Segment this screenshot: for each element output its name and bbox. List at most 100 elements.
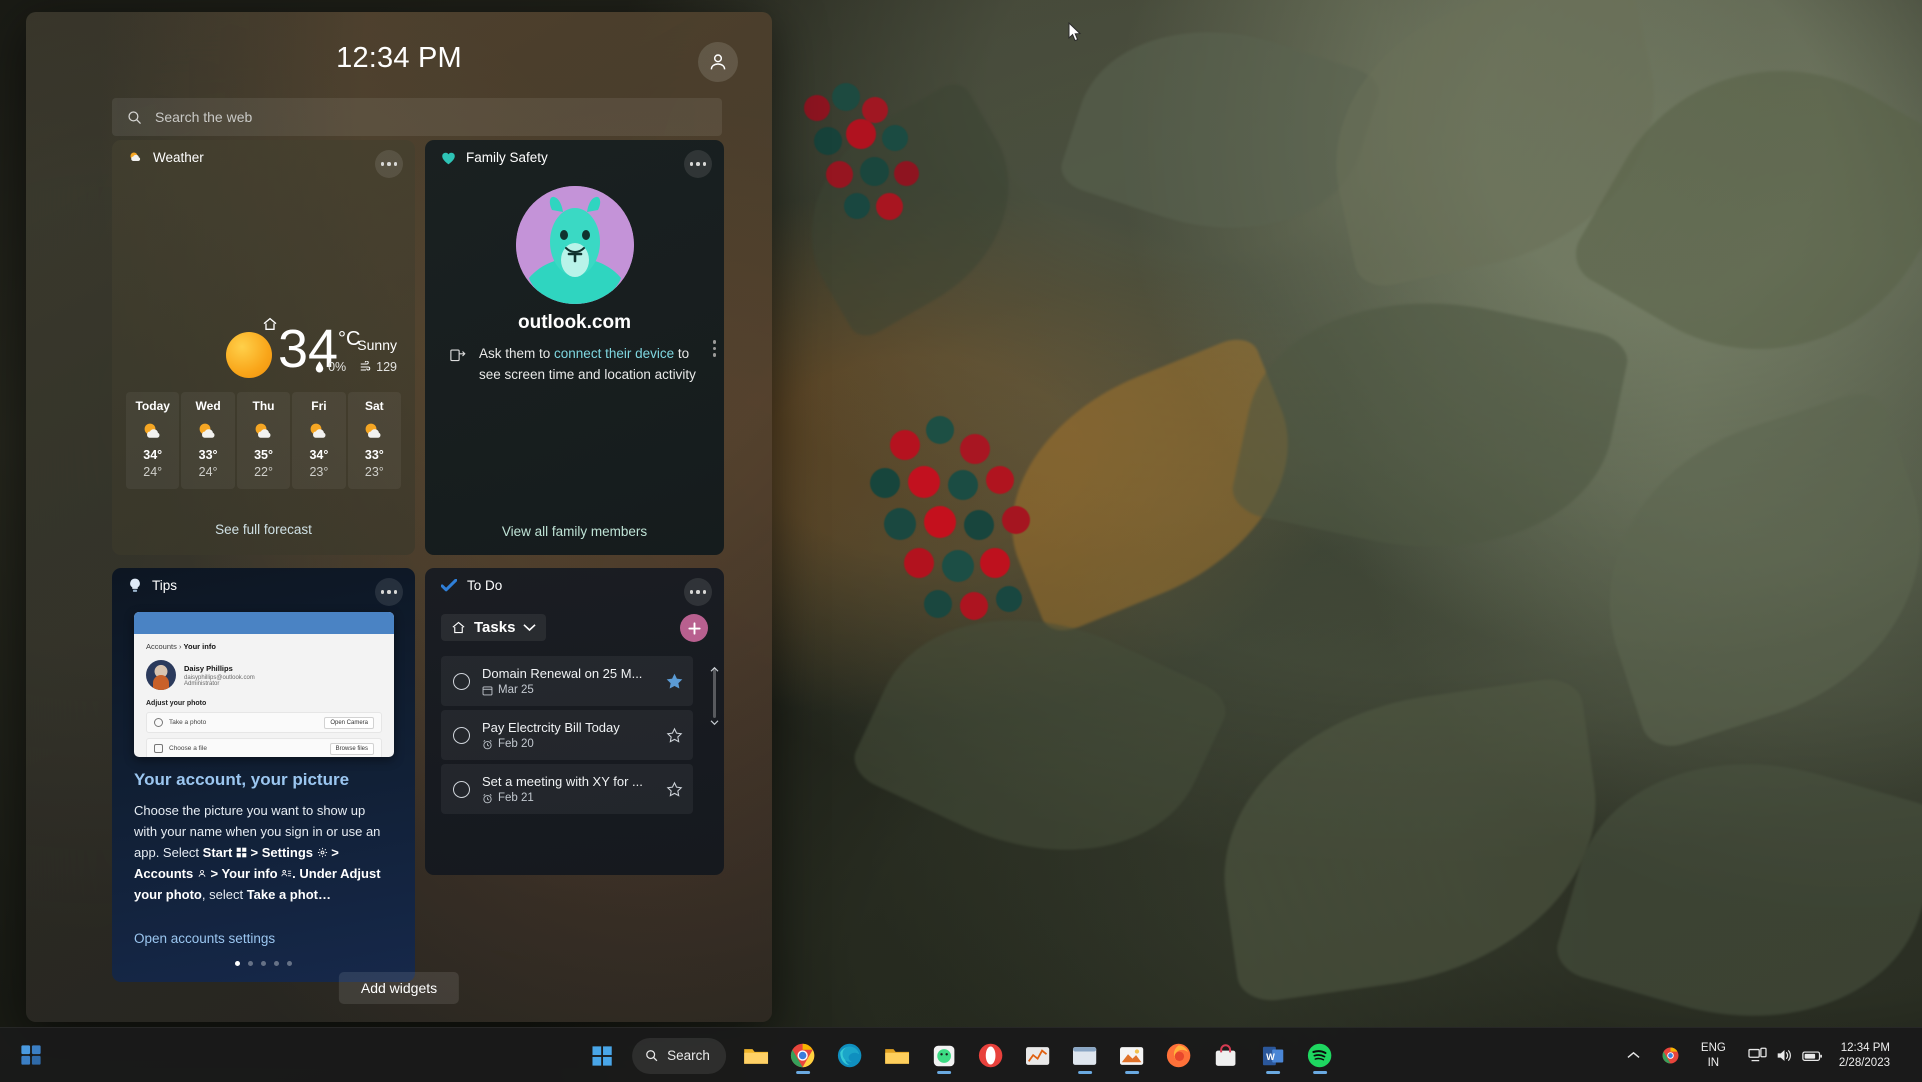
todo-more-button[interactable] bbox=[684, 578, 712, 606]
pager-dot[interactable] bbox=[261, 961, 266, 966]
battery-icon bbox=[1802, 1049, 1823, 1063]
breadcrumb-parent: Accounts bbox=[146, 642, 177, 651]
family-message-prefix: Ask them to bbox=[479, 346, 554, 361]
forecast-low: 23° bbox=[348, 465, 401, 479]
home-icon bbox=[451, 620, 466, 635]
microsoft-edge-button[interactable] bbox=[829, 1035, 871, 1077]
search-input[interactable]: Search the web bbox=[112, 98, 722, 136]
alarm-icon bbox=[482, 739, 493, 750]
task-row[interactable]: Domain Renewal on 25 M... Mar 25 bbox=[441, 656, 693, 706]
notification-center-button[interactable] bbox=[1900, 1041, 1908, 1071]
family-safety-header: Family Safety bbox=[441, 150, 548, 165]
opera-button[interactable] bbox=[970, 1035, 1012, 1077]
task-complete-checkbox[interactable] bbox=[453, 673, 470, 690]
tips-body-part: , select bbox=[202, 887, 247, 902]
forecast-day-label: Today bbox=[126, 399, 179, 413]
photos-app-button[interactable] bbox=[1111, 1035, 1153, 1077]
search-icon bbox=[644, 1048, 659, 1063]
pager-dot[interactable] bbox=[274, 961, 279, 966]
folder-button[interactable] bbox=[876, 1035, 918, 1077]
account-button[interactable] bbox=[698, 42, 738, 82]
screenshot-title-bar bbox=[134, 612, 394, 634]
taskbar-search-button[interactable]: Search bbox=[632, 1038, 726, 1074]
weather-more-button[interactable] bbox=[375, 150, 403, 178]
task-content: Pay Electrcity Bill Today Feb 20 bbox=[482, 720, 654, 750]
task-content: Set a meeting with XY for ... Feb 21 bbox=[482, 774, 654, 804]
forecast-low: 24° bbox=[181, 465, 234, 479]
forecast-day[interactable]: Sat 33° 23° bbox=[348, 392, 401, 489]
see-full-forecast-link[interactable]: See full forecast bbox=[112, 522, 415, 537]
tips-start: Start bbox=[203, 845, 233, 860]
todo-scrollbar[interactable] bbox=[710, 660, 719, 726]
quick-settings-button[interactable] bbox=[1742, 1043, 1829, 1068]
dot bbox=[713, 353, 717, 357]
pager-dot[interactable] bbox=[287, 961, 292, 966]
scroll-down-icon[interactable] bbox=[710, 719, 719, 726]
todo-list-selector[interactable]: Tasks bbox=[441, 614, 546, 641]
chrome-tray-icon bbox=[1662, 1047, 1679, 1064]
show-hidden-icons-button[interactable] bbox=[1621, 1047, 1646, 1064]
tips-widget[interactable]: Tips Accounts › Your info Daisy P bbox=[112, 568, 415, 982]
forecast-day[interactable]: Fri 34° 23° bbox=[292, 392, 345, 489]
screenshot-user-info: Daisy Phillips daisyphillips@outlook.com… bbox=[184, 664, 255, 687]
task-due: Feb 20 bbox=[482, 738, 654, 750]
forecast-icon bbox=[141, 422, 165, 440]
forecast-low: 23° bbox=[292, 465, 345, 479]
family-safety-widget[interactable]: Family Safety outlook bbox=[425, 140, 724, 555]
start-button[interactable] bbox=[581, 1035, 623, 1077]
file-explorer-button[interactable] bbox=[735, 1035, 777, 1077]
task-complete-checkbox[interactable] bbox=[453, 727, 470, 744]
scrollbar-thumb[interactable] bbox=[713, 668, 716, 718]
android-emulator-button[interactable] bbox=[923, 1035, 965, 1077]
microsoft-word-button[interactable]: W bbox=[1252, 1035, 1294, 1077]
task-row[interactable]: Pay Electrcity Bill Today Feb 20 bbox=[441, 710, 693, 760]
forecast-icon bbox=[252, 422, 276, 440]
task-date: Feb 21 bbox=[498, 792, 534, 804]
charts-app-button[interactable] bbox=[1017, 1035, 1059, 1077]
screenshot-user-name: Daisy Phillips bbox=[184, 664, 255, 673]
pager-dot-active[interactable] bbox=[235, 961, 240, 966]
gear-icon bbox=[317, 847, 328, 858]
open-accounts-settings-link[interactable]: Open accounts settings bbox=[134, 931, 275, 946]
todo-widget[interactable]: To Do Tasks bbox=[425, 568, 724, 875]
android-emulator-icon bbox=[932, 1044, 956, 1068]
add-widgets-button[interactable]: Add widgets bbox=[339, 972, 459, 1004]
window-app-button[interactable] bbox=[1064, 1035, 1106, 1077]
task-star-icon-filled[interactable] bbox=[666, 673, 683, 690]
tips-pager[interactable] bbox=[112, 961, 415, 966]
dot bbox=[394, 162, 398, 166]
store-app-button[interactable] bbox=[1205, 1035, 1247, 1077]
google-chrome-button[interactable] bbox=[782, 1035, 824, 1077]
task-star-icon[interactable] bbox=[666, 727, 683, 744]
forecast-icon bbox=[362, 422, 386, 440]
view-all-family-members-link[interactable]: View all family members bbox=[425, 524, 724, 539]
spotify-button[interactable] bbox=[1299, 1035, 1341, 1077]
forecast-high: 34° bbox=[126, 448, 179, 462]
browse-files-button: Browse files bbox=[330, 743, 374, 755]
tips-settings: Settings bbox=[262, 845, 313, 860]
task-row[interactable]: Set a meeting with XY for ... Feb 21 bbox=[441, 764, 693, 814]
add-task-button[interactable] bbox=[680, 614, 708, 642]
taskbar-widgets-button[interactable] bbox=[10, 1036, 52, 1074]
weather-sun-icon bbox=[226, 332, 272, 378]
chrome-tray-button[interactable] bbox=[1656, 1043, 1685, 1068]
family-overflow-button[interactable] bbox=[713, 340, 717, 357]
task-complete-checkbox[interactable] bbox=[453, 781, 470, 798]
family-safety-more-button[interactable] bbox=[684, 150, 712, 178]
firefox-button[interactable] bbox=[1158, 1035, 1200, 1077]
forecast-day[interactable]: Thu 35° 22° bbox=[237, 392, 290, 489]
person-icon bbox=[707, 51, 729, 73]
todo-check-icon bbox=[441, 579, 457, 592]
home-icon bbox=[262, 316, 278, 332]
pager-dot[interactable] bbox=[248, 961, 253, 966]
weather-widget[interactable]: Weather 34 °C Sunny 0% bbox=[112, 140, 415, 555]
forecast-day[interactable]: Wed 33° 24° bbox=[181, 392, 234, 489]
forecast-high: 33° bbox=[181, 448, 234, 462]
clock-button[interactable]: 12:34 PM 2/28/2023 bbox=[1839, 1041, 1890, 1071]
task-star-icon[interactable] bbox=[666, 781, 683, 798]
forecast-day[interactable]: Today 34° 24° bbox=[126, 392, 179, 489]
language-indicator[interactable]: ENG IN bbox=[1695, 1037, 1732, 1074]
screenshot-breadcrumb: Accounts › Your info bbox=[146, 642, 382, 651]
connect-their-device-link[interactable]: connect their device bbox=[554, 346, 674, 361]
tips-more-button[interactable] bbox=[375, 578, 403, 606]
